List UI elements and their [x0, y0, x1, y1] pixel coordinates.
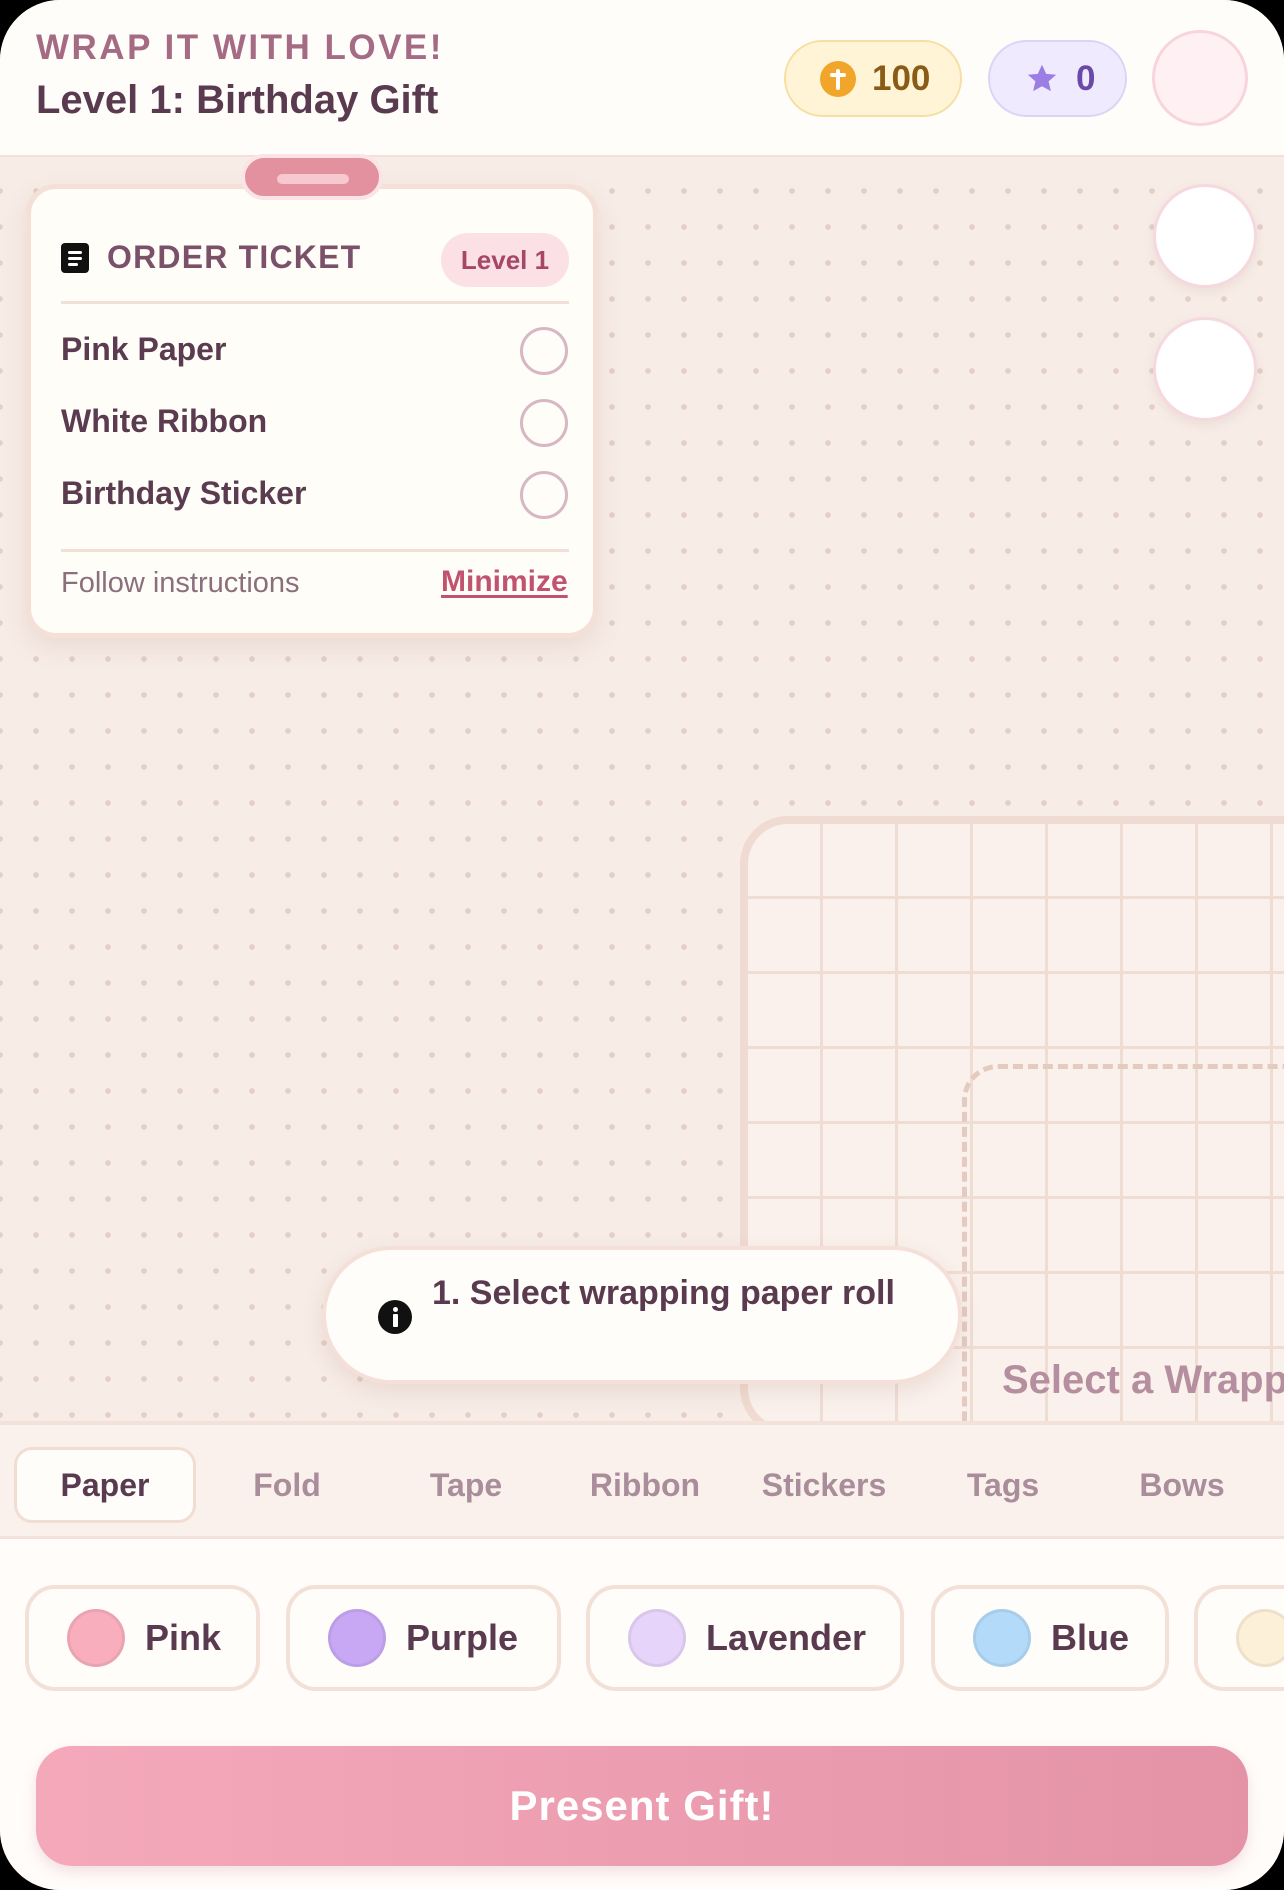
star-icon: [1027, 64, 1057, 91]
order-item-checkbox: [520, 471, 568, 519]
side-action-button-2[interactable]: [1153, 317, 1257, 421]
ticket-divider: [61, 549, 569, 552]
option-label: Blue: [1051, 1617, 1130, 1658]
info-icon: [378, 1300, 412, 1334]
ticket-header: ORDER TICKET: [61, 239, 361, 276]
coin-counter: 100: [784, 40, 962, 117]
tab-bows[interactable]: Bows: [1091, 1447, 1273, 1523]
app-title: WRAP IT WITH LOVE!: [36, 28, 444, 67]
instruction-toast: 1. Select wrapping paper roll: [322, 1246, 962, 1384]
paper-option-pink[interactable]: Pink: [25, 1585, 260, 1691]
tab-ribbon[interactable]: Ribbon: [554, 1447, 736, 1523]
tab-stickers[interactable]: Stickers: [733, 1447, 915, 1523]
order-item-white-ribbon: White Ribbon: [61, 403, 268, 439]
instruction-text: 1. Select wrapping paper roll: [432, 1274, 895, 1312]
ticket-title: ORDER TICKET: [107, 239, 362, 275]
document-icon: [61, 242, 89, 273]
tab-fold[interactable]: Fold: [196, 1447, 378, 1523]
paper-option-lavender[interactable]: Lavender: [586, 1585, 904, 1691]
star-count: 0: [1076, 58, 1096, 98]
ticket-divider: [61, 301, 569, 304]
tool-tabs: Paper Fold Tape Ribbon Stickers Tags Bow…: [0, 1421, 1284, 1539]
paper-option-purple[interactable]: Purple: [286, 1585, 561, 1691]
tab-paper[interactable]: Paper: [14, 1447, 196, 1523]
coin-icon: [820, 60, 856, 97]
paper-option-cream[interactable]: [1194, 1585, 1284, 1691]
option-label: Pink: [145, 1617, 222, 1658]
order-ticket-panel: ORDER TICKET Level 1 Pink Paper White Ri…: [26, 184, 598, 638]
order-item-birthday-sticker: Birthday Sticker: [61, 475, 307, 511]
tab-tape[interactable]: Tape: [375, 1447, 557, 1523]
coin-count: 100: [872, 58, 931, 98]
option-label: Purple: [406, 1617, 519, 1658]
minimize-ticket-link[interactable]: Minimize: [441, 565, 568, 599]
level-badge: Level 1: [441, 233, 569, 287]
order-item-checkbox: [520, 327, 568, 375]
level-title: Level 1: Birthday Gift: [36, 78, 439, 122]
game-screen: WRAP IT WITH LOVE! Level 1: Birthday Gif…: [0, 0, 1284, 1890]
ticket-drag-handle[interactable]: [241, 154, 383, 200]
top-bar: WRAP IT WITH LOVE! Level 1: Birthday Gif…: [0, 0, 1284, 157]
tab-tags[interactable]: Tags: [912, 1447, 1094, 1523]
option-label: Lavender: [706, 1617, 867, 1658]
board-hint-text: Select a Wrapping: [1002, 1358, 1284, 1402]
present-gift-button[interactable]: Present Gift!: [36, 1746, 1248, 1866]
color-swatch: [973, 1609, 1031, 1667]
star-counter: 0: [988, 40, 1127, 117]
color-swatch: [328, 1609, 386, 1667]
order-item-checkbox: [520, 399, 568, 447]
color-swatch: [1236, 1609, 1284, 1667]
profile-avatar-button[interactable]: [1152, 30, 1248, 126]
color-swatch: [67, 1609, 125, 1667]
paper-option-blue[interactable]: Blue: [931, 1585, 1169, 1691]
order-item-pink-paper: Pink Paper: [61, 331, 227, 367]
side-action-button-1[interactable]: [1153, 184, 1257, 288]
color-swatch: [628, 1609, 686, 1667]
ticket-footer-text: Follow instructions: [61, 567, 300, 599]
